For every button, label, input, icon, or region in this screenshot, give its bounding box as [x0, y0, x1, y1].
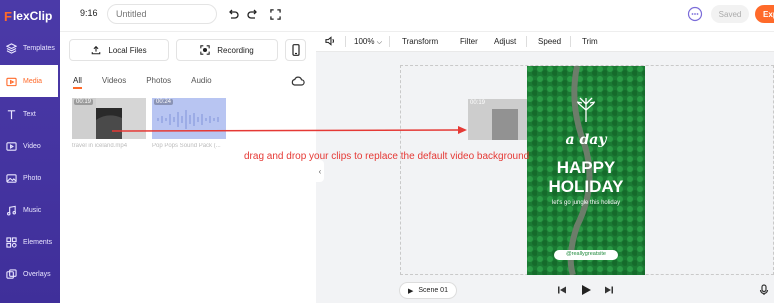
next-icon[interactable]	[603, 284, 615, 296]
sidebar-item-label: Overlays	[23, 270, 51, 278]
toolbar-divider	[570, 36, 571, 47]
sidebar-item-label: Templates	[23, 44, 55, 52]
flexclip-logo[interactable]: F lexClip	[4, 6, 58, 26]
play-icon[interactable]	[580, 284, 592, 296]
volume-icon[interactable]	[325, 36, 336, 48]
logo-mark: F	[4, 8, 12, 24]
recording-button[interactable]: Recording	[176, 39, 278, 61]
tab-videos[interactable]: Videos	[102, 76, 126, 90]
sidebar-item-label: Elements	[23, 238, 53, 246]
annotation-text: drag and drop your clips to replace the …	[244, 151, 530, 162]
record-icon	[200, 45, 210, 55]
zoom-value: 100%	[354, 37, 375, 46]
chat-support-icon[interactable]	[687, 6, 703, 22]
duration-badge: 00:24	[154, 99, 174, 105]
chevron-left-icon: ‹	[318, 166, 322, 176]
sidebar-item-elements[interactable]: Elements	[0, 226, 60, 258]
toolbar-divider	[389, 36, 390, 47]
sidebar-item-media[interactable]: Media	[0, 65, 58, 97]
speed-button[interactable]: Speed	[538, 37, 561, 46]
cloud-upload-icon[interactable]	[291, 75, 305, 87]
toolbar-divider	[345, 36, 346, 47]
video-icon	[5, 140, 17, 152]
poster-line-2: HAPPY	[556, 158, 616, 177]
sidebar-item-label: Text	[23, 110, 36, 118]
media-item-audio[interactable]: 00:24	[152, 98, 226, 139]
sidebar-item-video[interactable]: Video	[0, 130, 60, 162]
local-files-button[interactable]: Local Files	[69, 39, 169, 61]
sidebar-item-label: Photo	[23, 174, 42, 182]
media-panel: Local Files Recording All Videos Photos …	[60, 32, 316, 303]
photo-icon	[5, 172, 17, 184]
chevron-down-icon: ⌵	[376, 39, 383, 46]
logo-text: lexClip	[12, 9, 53, 23]
music-icon	[5, 204, 17, 216]
sidebar-item-label: Media	[23, 77, 43, 85]
recording-label: Recording	[217, 45, 254, 55]
poster-handle: @reallygreatsite	[566, 251, 606, 257]
microphone-icon[interactable]	[758, 284, 770, 296]
sidebar: F lexClip Templates Media Text Video Pho…	[0, 0, 60, 303]
previous-icon[interactable]	[556, 284, 568, 296]
media-tabs: All Videos Photos Audio	[73, 76, 232, 90]
sidebar-item-templates[interactable]: Templates	[0, 32, 60, 64]
saved-status: Saved	[711, 5, 749, 23]
phone-upload-button[interactable]	[285, 39, 306, 61]
sidebar-item-photo[interactable]: Photo	[0, 162, 60, 194]
adjust-button[interactable]: Adjust	[494, 37, 516, 46]
zoom-selector[interactable]: 100% ⌵	[354, 37, 382, 47]
overlays-icon	[5, 268, 17, 280]
duration-badge: 00:19	[470, 100, 486, 106]
toolbar-divider	[526, 36, 527, 47]
redo-icon[interactable]	[246, 7, 260, 21]
tab-all[interactable]: All	[73, 76, 82, 90]
poster-line-1: a day	[565, 132, 607, 148]
play-small-icon: ▶	[408, 287, 414, 295]
top-bar: 9:16 Saved Exp	[60, 0, 774, 32]
tab-audio[interactable]: Audio	[191, 76, 211, 90]
duration-badge: 00:19	[74, 99, 94, 105]
layers-icon	[5, 42, 17, 54]
sidebar-item-label: Music	[23, 206, 42, 214]
poster-tagline: let's go jungle this holiday	[551, 200, 621, 206]
sidebar-item-music[interactable]: Music	[0, 194, 60, 226]
text-icon	[5, 108, 17, 120]
video-background-poster[interactable]: a day HAPPY HOLIDAY let's go jungle this…	[527, 66, 645, 275]
media-item-caption: travel in iceland.mp4	[72, 143, 128, 149]
media-item-video[interactable]: 00:19	[72, 98, 146, 139]
sidebar-item-text[interactable]: Text	[0, 98, 60, 130]
upload-icon	[92, 45, 101, 55]
sidebar-item-label: Video	[23, 142, 41, 150]
undo-icon[interactable]	[226, 7, 240, 21]
trim-button[interactable]: Trim	[582, 37, 598, 46]
filter-button[interactable]: Filter	[460, 37, 478, 46]
tab-photos[interactable]: Photos	[146, 76, 171, 90]
phone-icon	[291, 44, 300, 56]
collapse-panel-button[interactable]: ‹	[316, 160, 324, 182]
sidebar-item-overlays[interactable]: Overlays	[0, 258, 60, 290]
elements-icon	[5, 236, 17, 248]
scene-selector-button[interactable]: ▶ Scene 01	[399, 282, 457, 299]
media-item-caption: Pop Pops Sound Pack (...	[152, 143, 221, 149]
local-files-label: Local Files	[108, 45, 147, 55]
scene-label: Scene 01	[418, 287, 448, 294]
transform-button[interactable]: Transform	[402, 37, 438, 46]
poster-line-3: HOLIDAY	[548, 177, 624, 196]
project-title-input[interactable]	[107, 4, 217, 24]
edit-toolbar: 100% ⌵ Transform Filter Adjust Speed Tri…	[316, 32, 774, 52]
fullscreen-icon[interactable]	[268, 7, 282, 21]
export-button[interactable]: Exp	[755, 5, 774, 23]
aspect-ratio-selector[interactable]: 9:16	[80, 8, 98, 18]
media-folder-icon	[5, 75, 17, 87]
